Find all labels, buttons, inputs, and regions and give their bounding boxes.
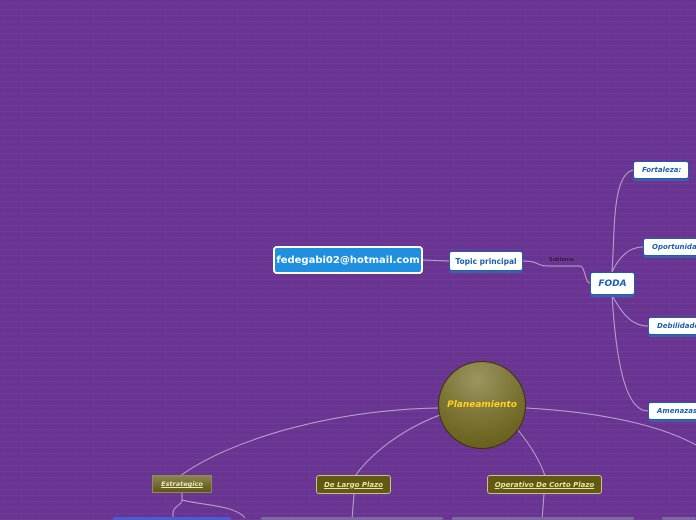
foda-item-label: Amenazas <box>657 407 696 415</box>
foda-item-fortaleza[interactable]: Fortaleza: <box>633 161 689 179</box>
planeamiento-label: Planeamiento <box>447 400 517 410</box>
link-foda-oportunidades <box>611 246 644 273</box>
subtema-link-label: Subtema <box>549 257 574 263</box>
estrategico-label: Estrategico <box>161 480 203 488</box>
foda-label: FODA <box>598 278 627 289</box>
link-plan-largo <box>354 414 441 477</box>
link-topic-foda <box>522 260 591 284</box>
foda-item-oportunidades[interactable]: Oportunidades <box>643 238 696 256</box>
foda-item-amenazas[interactable]: Amenazas <box>648 402 696 420</box>
planeamiento-node[interactable]: Planeamiento <box>438 361 526 449</box>
link-foda-debilidades <box>611 294 649 327</box>
link-estrategico-child2 <box>181 499 246 519</box>
foda-node[interactable]: FODA <box>590 272 635 295</box>
corto-plazo-label: Operativo De Corto Plazo <box>494 480 595 489</box>
topic-principal-label: Topic principal <box>455 256 517 266</box>
link-foda-amenazas <box>611 294 649 412</box>
foda-item-debilidades[interactable]: Debilidades <box>648 317 696 335</box>
root-topic-email[interactable]: fedegabi02@hotmail.com <box>273 246 423 274</box>
foda-item-label: Fortaleza: <box>642 166 682 174</box>
link-plan-corto <box>517 429 546 477</box>
foda-item-label: Oportunidades <box>652 243 696 251</box>
link-plan-estrategico <box>179 407 439 477</box>
estrategico-node[interactable]: Estrategico <box>152 475 212 493</box>
corto-plazo-node[interactable]: Operativo De Corto Plazo <box>487 475 602 494</box>
root-topic-label: fedegabi02@hotmail.com <box>276 254 420 266</box>
link-estrategico-child <box>172 493 183 520</box>
largo-plazo-label: De Largo Plazo <box>323 480 384 489</box>
link-root-topic <box>422 259 450 262</box>
foda-item-label: Debilidades <box>657 322 696 330</box>
largo-plazo-node[interactable]: De Largo Plazo <box>316 475 391 494</box>
topic-principal[interactable]: Topic principal <box>449 251 523 271</box>
